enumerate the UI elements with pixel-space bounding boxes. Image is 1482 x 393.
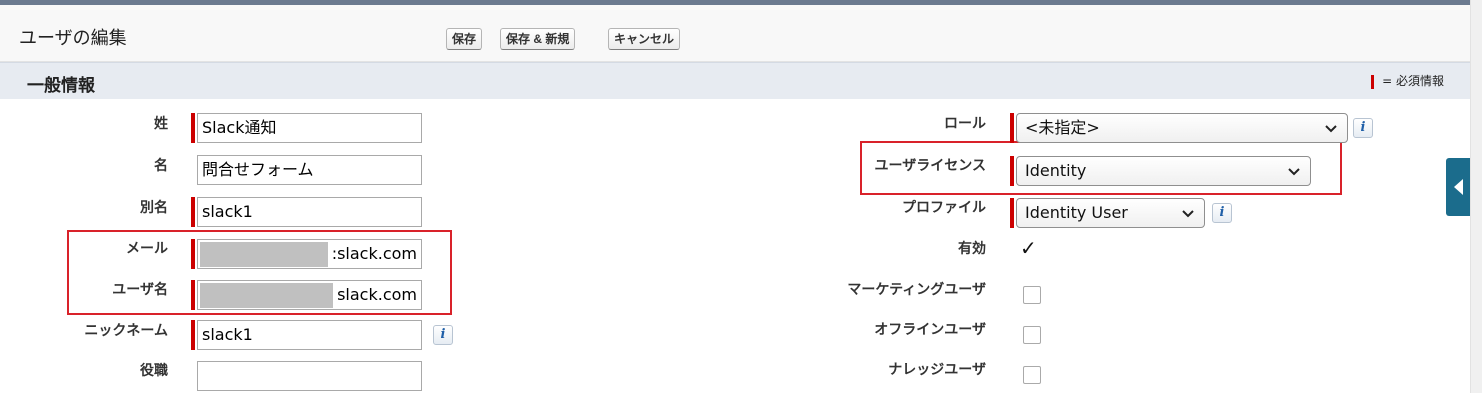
profile-select[interactable]: Identity User bbox=[1016, 198, 1205, 228]
profile-info-icon[interactable]: i bbox=[1212, 203, 1232, 223]
active-check-icon[interactable]: ✓ bbox=[1020, 236, 1037, 260]
license-selected-value: Identity bbox=[1025, 161, 1087, 180]
required-marker bbox=[191, 320, 195, 350]
required-marker bbox=[191, 113, 195, 143]
section-header-general-info: 一般情報 = 必須情報 bbox=[0, 62, 1470, 99]
label-knowledge-user: ナレッジユーザ bbox=[888, 362, 986, 378]
side-panel-toggle[interactable] bbox=[1446, 158, 1472, 216]
chevron-down-icon bbox=[1325, 125, 1337, 133]
highlight-box-email-username bbox=[67, 230, 452, 315]
required-marker bbox=[1010, 198, 1014, 228]
label-marketing-user: マーケティングユーザ bbox=[847, 282, 986, 298]
save-button[interactable]: 保存 bbox=[446, 28, 483, 50]
save-and-new-button[interactable]: 保存 & 新規 bbox=[500, 28, 576, 50]
section-title: 一般情報 bbox=[27, 76, 95, 96]
label-offline-user: オフラインユーザ bbox=[874, 322, 986, 338]
profile-selected-value: Identity User bbox=[1025, 203, 1128, 222]
first-name-input[interactable]: 問合せフォーム bbox=[197, 155, 422, 185]
offline-user-checkbox[interactable] bbox=[1023, 326, 1041, 344]
chevron-down-icon bbox=[1182, 210, 1194, 218]
triangle-left-icon bbox=[1454, 179, 1463, 195]
label-first-name: 名 bbox=[154, 158, 168, 174]
role-info-icon[interactable]: i bbox=[1353, 118, 1373, 138]
nickname-input[interactable]: slack1 bbox=[197, 320, 422, 350]
marketing-user-checkbox[interactable] bbox=[1023, 286, 1041, 304]
license-select[interactable]: Identity bbox=[1016, 156, 1311, 186]
role-selected-value: <未指定> bbox=[1025, 118, 1100, 137]
scrollbar[interactable] bbox=[1470, 0, 1482, 393]
role-select[interactable]: <未指定> bbox=[1016, 113, 1348, 143]
required-marker bbox=[191, 197, 195, 227]
label-role: ロール bbox=[944, 116, 986, 132]
label-license: ユーザライセンス bbox=[874, 158, 986, 174]
label-profile: プロファイル bbox=[902, 200, 986, 216]
required-indicator-icon bbox=[1371, 74, 1375, 89]
chevron-down-icon bbox=[1288, 168, 1300, 176]
required-legend: = 必須情報 bbox=[1371, 72, 1444, 89]
last-name-input[interactable]: Slack通知 bbox=[197, 113, 422, 143]
page-title: ユーザの編集 bbox=[19, 28, 127, 49]
alias-input[interactable]: slack1 bbox=[197, 197, 422, 227]
required-marker bbox=[1010, 156, 1014, 186]
page-header: ユーザの編集 保存 保存 & 新規 キャンセル bbox=[0, 5, 1470, 62]
required-legend-text: = 必須情報 bbox=[1382, 74, 1444, 88]
knowledge-user-checkbox[interactable] bbox=[1023, 366, 1041, 384]
title-input[interactable] bbox=[197, 361, 422, 391]
label-title: 役職 bbox=[140, 363, 168, 379]
required-marker bbox=[1010, 113, 1014, 143]
nickname-info-icon[interactable]: i bbox=[433, 325, 453, 345]
cancel-button[interactable]: キャンセル bbox=[608, 28, 681, 50]
label-nickname: ニックネーム bbox=[84, 323, 168, 339]
label-last-name: 姓 bbox=[154, 116, 168, 132]
label-active: 有効 bbox=[958, 241, 986, 257]
label-alias: 別名 bbox=[140, 200, 168, 216]
